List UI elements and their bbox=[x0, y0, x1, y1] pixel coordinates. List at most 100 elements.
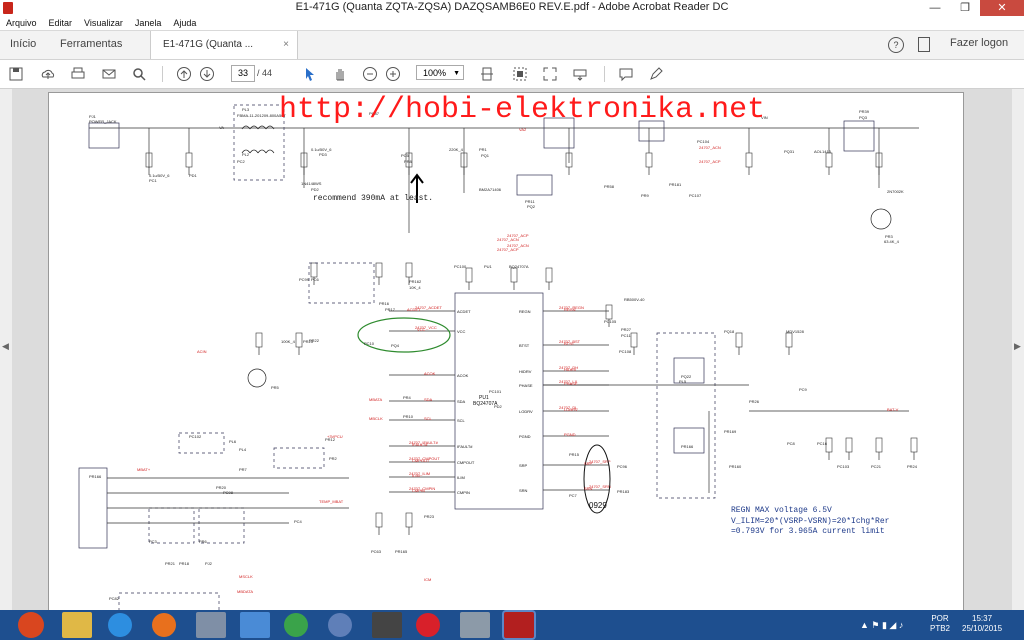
schematic-label: PQ3 bbox=[859, 115, 868, 120]
highlight-pen-icon[interactable] bbox=[648, 66, 664, 82]
zoom-dropdown[interactable]: 100% ▼ bbox=[416, 65, 464, 80]
acrobat-taskbar-icon[interactable] bbox=[504, 612, 534, 638]
mobile-link-icon[interactable] bbox=[918, 37, 930, 52]
note-recommend: recommend 390mA at least. bbox=[313, 194, 434, 203]
schematic-label: PR8 bbox=[404, 159, 413, 164]
schematic-label: PL5 bbox=[679, 379, 687, 384]
close-window-button[interactable]: ✕ bbox=[980, 0, 1024, 16]
component-box bbox=[78, 467, 108, 549]
schematic-label: PL3 bbox=[242, 107, 250, 112]
page-number-input[interactable]: 33 bbox=[231, 65, 255, 82]
clock[interactable]: 15:37 25/10/2015 bbox=[962, 614, 1002, 634]
schematic-label: BTST bbox=[519, 343, 530, 348]
passive-component bbox=[375, 262, 383, 278]
menu-arquivo[interactable]: Arquivo bbox=[6, 16, 37, 30]
previous-page-icon[interactable] bbox=[176, 66, 192, 82]
component-box bbox=[178, 432, 225, 454]
cloud-upload-icon[interactable] bbox=[40, 66, 56, 82]
component-box bbox=[273, 447, 325, 469]
watermark-url: http://hobi-elektronika.net bbox=[279, 93, 766, 127]
help-icon[interactable]: ? bbox=[888, 37, 904, 53]
sign-in-link[interactable]: Fazer logon bbox=[950, 37, 1008, 49]
folder-app-icon[interactable] bbox=[240, 612, 270, 638]
media-player-icon[interactable] bbox=[372, 612, 402, 638]
tray-icons[interactable]: ▲ ⚑ ▮ ◢ ♪ bbox=[860, 620, 903, 630]
full-screen-icon[interactable] bbox=[542, 66, 558, 82]
schematic-label: PR2 bbox=[329, 456, 338, 461]
schematic-label: REGN bbox=[519, 309, 531, 314]
language-indicator[interactable]: POR PTB2 bbox=[930, 614, 950, 634]
schematic-label: POWER_JACK bbox=[89, 119, 117, 124]
email-icon[interactable] bbox=[101, 66, 117, 82]
menu-editar[interactable]: Editar bbox=[49, 16, 73, 30]
left-panel-arrow-icon: ◀ bbox=[2, 341, 9, 351]
schematic-label: ACDET bbox=[407, 307, 421, 312]
schematic-label: PC108 bbox=[619, 349, 632, 354]
menu-visualizar[interactable]: Visualizar bbox=[84, 16, 123, 30]
system-app-icon[interactable] bbox=[196, 612, 226, 638]
zoom-out-icon[interactable] bbox=[362, 66, 378, 82]
schematic-label: ACOK bbox=[424, 371, 436, 376]
schematic-label: RB500V-40 bbox=[624, 297, 645, 302]
chevron-down-icon: ▼ bbox=[453, 70, 460, 77]
chrome-icon[interactable] bbox=[284, 613, 308, 637]
schematic-label: PQ1 bbox=[481, 153, 490, 158]
browser-app-icon[interactable] bbox=[328, 613, 352, 637]
zoom-in-icon[interactable] bbox=[385, 66, 401, 82]
keyboard-icon[interactable] bbox=[572, 66, 588, 82]
tool-app-icon[interactable] bbox=[460, 612, 490, 638]
opera-icon[interactable] bbox=[416, 613, 440, 637]
schematic-label: PR18 bbox=[179, 561, 190, 566]
schematic-label: PC82 bbox=[109, 596, 120, 601]
schematic-label: PR17 bbox=[385, 307, 396, 312]
search-icon[interactable] bbox=[131, 66, 147, 82]
tab-tools[interactable]: Ferramentas bbox=[60, 38, 122, 50]
menu-ajuda[interactable]: Ajuda bbox=[173, 16, 196, 30]
schematic-label: PR21 bbox=[165, 561, 176, 566]
keyboard-layout: PTB2 bbox=[930, 624, 951, 633]
schematic-label: PD2 bbox=[494, 404, 503, 409]
component-box bbox=[88, 122, 120, 149]
fit-page-icon[interactable] bbox=[479, 66, 495, 82]
maximize-button[interactable]: ❐ bbox=[950, 0, 980, 16]
schematic-label: SDA bbox=[457, 399, 466, 404]
schematic-label: 24707_ACN bbox=[699, 145, 721, 150]
circled-label: 0929 bbox=[589, 501, 607, 510]
document-viewport[interactable]: ◀ ▶ PU1 BQ24707A ACDET VCC ACOK SDA SCL IFAULT#… bbox=[0, 89, 1024, 612]
minimize-button[interactable]: — bbox=[920, 0, 950, 16]
right-panel-toggle[interactable]: ▶ bbox=[1012, 89, 1024, 610]
language-code: POR bbox=[931, 614, 949, 623]
firefox-icon[interactable] bbox=[152, 613, 176, 637]
inductor-coil bbox=[249, 149, 259, 154]
schematic-label: 100K_4 bbox=[281, 339, 296, 344]
tab-document[interactable]: E1-471G (Quanta ... × bbox=[150, 31, 298, 59]
next-page-icon[interactable] bbox=[199, 66, 215, 82]
left-panel-toggle[interactable]: ◀ bbox=[0, 89, 12, 610]
passive-component bbox=[375, 512, 383, 528]
passive-component bbox=[825, 152, 833, 168]
passive-component bbox=[875, 437, 883, 453]
file-explorer-icon[interactable] bbox=[62, 612, 92, 638]
fit-width-icon[interactable] bbox=[512, 66, 528, 82]
mosfet-symbol bbox=[870, 208, 892, 230]
print-icon[interactable] bbox=[70, 66, 86, 82]
inductor-coil bbox=[265, 125, 275, 130]
schematic-label: SDA bbox=[424, 397, 433, 402]
component-box bbox=[308, 262, 375, 304]
close-tab-icon[interactable]: × bbox=[283, 31, 289, 59]
internet-explorer-icon[interactable] bbox=[108, 613, 132, 637]
toolbar-divider-2 bbox=[604, 66, 605, 82]
acrobat-window: E1-471G (Quanta ZQTA-ZQSA) DAZQSAMB6E0 R… bbox=[0, 0, 1024, 640]
save-icon[interactable] bbox=[8, 66, 24, 82]
schematic-label: PR27 bbox=[621, 327, 632, 332]
schematic-label: MBCLK bbox=[369, 416, 383, 421]
start-button-icon[interactable] bbox=[18, 612, 44, 638]
schematic-label: VA2 bbox=[519, 127, 527, 132]
tab-home[interactable]: Início bbox=[10, 38, 36, 50]
comment-icon[interactable] bbox=[618, 66, 634, 82]
hand-tool-icon[interactable] bbox=[332, 66, 348, 82]
select-cursor-icon[interactable] bbox=[302, 66, 318, 82]
menu-janela[interactable]: Janela bbox=[135, 16, 162, 30]
schematic-label: PR16 bbox=[379, 301, 390, 306]
schematic-label: PC104 bbox=[697, 139, 710, 144]
